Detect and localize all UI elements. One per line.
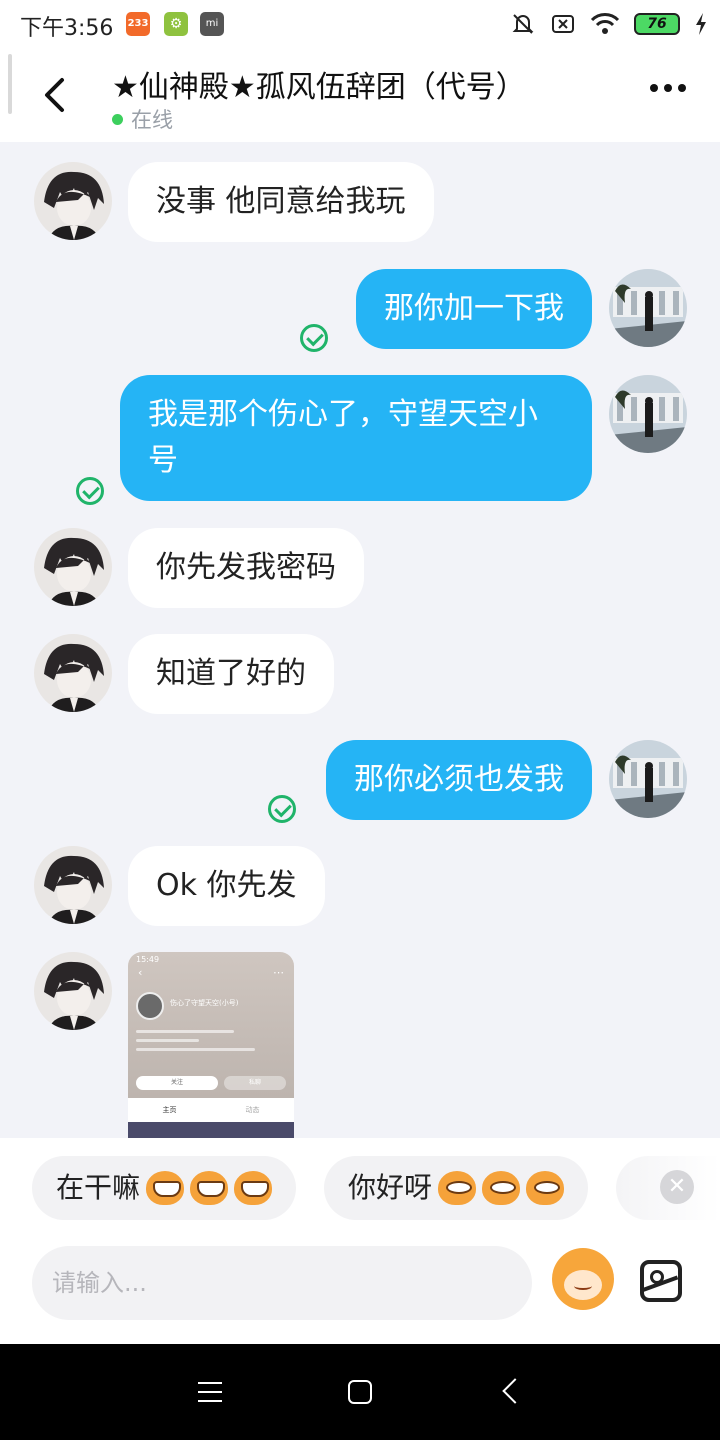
shared-screenshot-tabs: 主页 动态 [128,1098,294,1122]
app-233-icon: 233 [126,12,150,36]
quick-reply-chip[interactable]: 在干嘛 [32,1156,297,1220]
shared-screenshot-tab-feed: 动态 [245,1106,260,1114]
input-panel: 在干嘛 你好呀 ✕ [0,1138,720,1344]
smile-sticker-icon [482,1171,521,1205]
message-bubble-incoming[interactable]: 没事 他同意给我玩 [128,162,434,242]
shared-screenshot-details [136,1030,276,1057]
message-bubble-outgoing[interactable]: 那你加一下我 [356,269,592,349]
read-check-icon [268,795,296,823]
shared-screenshot-follow: 关注 [136,1076,218,1090]
grin-sticker-icon [146,1171,185,1205]
back-icon[interactable] [502,1378,528,1404]
grin-sticker-icon [234,1171,273,1205]
shared-screenshot-image[interactable]: 15:49 ‹ ⋯ 伤心了守望天空(小号) 关注 私聊 主页 动态 [128,952,294,1138]
recent-apps-icon[interactable] [198,1382,222,1402]
close-icon: ✕ [667,1174,687,1199]
composer [0,1246,720,1326]
mute-bell-icon [512,14,534,34]
message-bubble-incoming[interactable]: 知道了好的 [128,634,334,714]
dot-icon [664,84,672,92]
my-avatar[interactable] [609,269,687,347]
mi-app-icon: mi [200,12,224,36]
quick-reply-chip[interactable]: 你好呀 [324,1156,589,1220]
online-status-text: 在线 [131,108,173,132]
message-bubble-outgoing[interactable]: 那你必须也发我 [326,740,592,820]
chevron-left-icon: ‹ [138,966,143,979]
wifi-icon [590,13,620,34]
status-right-icons: 76 [510,8,708,40]
my-avatar[interactable] [609,375,687,453]
shared-screenshot-nav: ‹ ⋯ [128,966,294,984]
quick-reply-text: 你好呀 [348,1171,433,1204]
header-edge-indicator [8,54,12,114]
smile-sticker-icon [526,1171,565,1205]
gear-app-icon: ⚙ [164,12,188,36]
message-bubble-outgoing[interactable]: 我是那个伤心了，守望天空小号 [120,375,592,501]
contact-avatar[interactable] [34,846,112,924]
chevron-left-icon [45,78,64,112]
shared-screenshot-message: 私聊 [224,1076,286,1090]
system-nav-bar [0,1344,720,1440]
shared-screenshot-avatar [136,992,164,1020]
message-bubble-incoming[interactable]: 你先发我密码 [128,528,364,608]
shared-screenshot-profile-name: 伤心了守望天空(小号) [170,999,239,1007]
battery-icon: 76 [634,13,680,35]
chat-header: ★仙神殿★孤风伍辞团（代号） 在线 [0,48,720,142]
shared-screenshot-bottom [128,1122,294,1138]
contact-avatar[interactable] [34,952,112,1030]
shared-screenshot-time: 15:49 [136,955,160,964]
smile-sticker-icon [438,1171,477,1205]
status-time: 下午3:56 [20,16,114,41]
quick-reply-text: 在干嘛 [56,1171,141,1204]
message-input[interactable] [32,1246,532,1320]
contact-avatar[interactable] [34,528,112,606]
my-avatar[interactable] [609,740,687,818]
dot-icon [678,84,686,92]
close-quick-replies-button[interactable]: ✕ [660,1170,694,1204]
message-list[interactable]: 没事 他同意给我玩 那你加一下我 我是那个伤心了，守望天空小号 你先发我密码 知… [0,142,720,1138]
back-button[interactable] [30,68,78,122]
no-sim-icon [552,15,574,33]
grin-sticker-icon [190,1171,229,1205]
shared-screenshot-tab-home: 主页 [162,1106,177,1114]
sticker-button[interactable] [552,1248,614,1310]
chat-title: ★仙神殿★孤风伍辞团（代号） [112,70,526,105]
read-check-icon [300,324,328,352]
dot-icon [650,84,658,92]
online-dot-icon [112,113,123,125]
status-bar: 下午3:56 233 ⚙ mi 76 [0,0,720,48]
contact-avatar[interactable] [34,162,112,240]
more-options-button[interactable] [650,84,686,92]
online-status: 在线 [112,104,173,134]
charging-icon [696,13,706,35]
message-bubble-incoming[interactable]: Ok 你先发 [128,846,325,926]
contact-avatar[interactable] [34,634,112,712]
more-icon: ⋯ [273,966,284,979]
read-check-icon [76,477,104,505]
image-picker-icon[interactable] [640,1260,682,1302]
home-icon[interactable] [348,1380,372,1404]
